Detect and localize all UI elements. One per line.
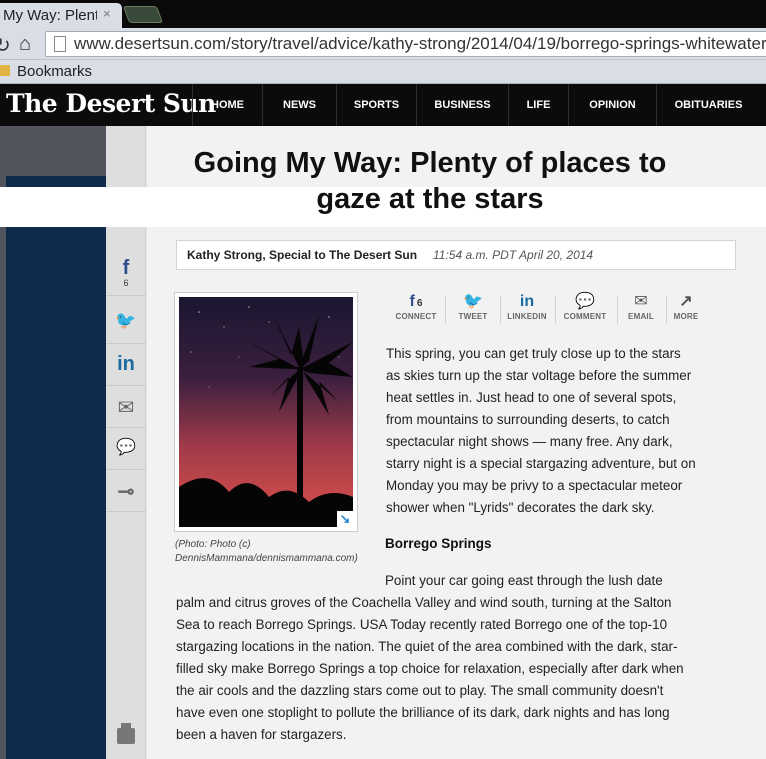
share-connect-button[interactable]: f6 CONNECT bbox=[390, 292, 442, 328]
share-more-button[interactable]: ↗ MORE bbox=[660, 292, 712, 328]
new-tab-button[interactable] bbox=[122, 6, 164, 23]
rail-comment-button[interactable]: 💬 bbox=[106, 428, 146, 470]
share-linkedin-button[interactable]: in LINKEDIN bbox=[501, 292, 553, 328]
text-line: starry night is a special stargazing adv… bbox=[386, 456, 696, 471]
byline[interactable]: Kathy Strong, Special to The Desert Sun bbox=[187, 248, 417, 262]
browser-tab[interactable]: My Way: Plent × bbox=[0, 3, 122, 28]
reload-icon[interactable]: ↻ bbox=[0, 33, 11, 58]
rail-linkedin-button[interactable]: in bbox=[106, 344, 146, 386]
byline-bar: Kathy Strong, Special to The Desert Sun … bbox=[176, 240, 736, 270]
section-subhead: Borrego Springs bbox=[385, 536, 492, 551]
text-line: from mountains to surrounding deserts, t… bbox=[386, 412, 670, 427]
linkedin-icon: in bbox=[519, 293, 535, 310]
share-label: CONNECT bbox=[395, 312, 437, 321]
article-photo[interactable] bbox=[179, 297, 353, 527]
facebook-count: 6 bbox=[123, 278, 129, 288]
text-line: as skies turn up the star voltage before… bbox=[386, 368, 692, 383]
twitter-icon: 🐦 bbox=[115, 311, 137, 330]
text-line: stargazing locations in the nation. The … bbox=[176, 639, 678, 654]
url-text[interactable]: www.desertsun.com/story/travel/advice/ka… bbox=[74, 34, 766, 54]
share-divider bbox=[445, 296, 446, 324]
twitter-icon: 🐦 bbox=[463, 293, 483, 310]
nav-business[interactable]: BUSINESS bbox=[416, 84, 508, 126]
email-icon: ✉ bbox=[117, 397, 135, 419]
photo-frame[interactable]: ↘ bbox=[174, 292, 358, 532]
print-icon[interactable] bbox=[117, 723, 135, 744]
body-paragraph: palm and citrus groves of the Coachella … bbox=[176, 592, 736, 746]
photo-caption: (Photo: Photo (c) DennisMammana/dennisma… bbox=[175, 539, 358, 564]
nav-opinion[interactable]: OPINION bbox=[568, 84, 656, 126]
text-line: been a haven for stargazers. bbox=[176, 727, 347, 742]
bookmarks-bar: Bookmarks bbox=[0, 60, 766, 84]
share-label: TWEET bbox=[458, 312, 488, 321]
expand-photo-icon[interactable]: ↘ bbox=[337, 511, 353, 527]
site-logo[interactable]: The Desert Sun bbox=[6, 89, 216, 118]
text-line: heat settles in. Just head to one of sev… bbox=[386, 390, 677, 405]
comment-icon: 💬 bbox=[575, 293, 595, 310]
nav-news[interactable]: NEWS bbox=[262, 84, 336, 126]
bookmarks-folder[interactable]: Bookmarks bbox=[17, 63, 92, 80]
text-line: Monday you may be privy to a spectacular… bbox=[386, 478, 683, 493]
rail-twitter-button[interactable]: 🐦 bbox=[106, 302, 146, 344]
text-line: have even one stoplight to pollute the b… bbox=[176, 705, 670, 720]
browser-tabstrip: My Way: Plent × bbox=[0, 0, 766, 28]
timestamp: 11:54 a.m. PDT April 20, 2014 bbox=[433, 248, 594, 262]
text-line: the air cools and the dazzling stars com… bbox=[176, 683, 664, 698]
facebook-icon: f6 bbox=[409, 293, 423, 310]
text-line: palm and citrus groves of the Coachella … bbox=[176, 595, 672, 610]
headline-line: Going My Way: Plenty of places to bbox=[193, 147, 667, 179]
nav-sports[interactable]: SPORTS bbox=[336, 84, 416, 126]
share-bar: f6 CONNECT 🐦 TWEET in LINKEDIN 💬 COMMENT… bbox=[390, 292, 710, 328]
text-line: spectacular night shows — many free. Any… bbox=[386, 434, 673, 449]
nav-home[interactable]: HOME bbox=[192, 84, 262, 126]
intro-paragraph: This spring, you can get truly close up … bbox=[386, 343, 726, 519]
text-line: Sea to reach Borrego Springs. USA Today … bbox=[176, 617, 668, 632]
rail-email-button[interactable]: ✉ bbox=[106, 386, 146, 428]
facebook-icon: f bbox=[122, 257, 130, 279]
home-icon[interactable]: ⌂ bbox=[19, 33, 31, 56]
share-comment-button[interactable]: 💬 COMMENT bbox=[559, 292, 611, 328]
tab-title: My Way: Plent bbox=[3, 7, 97, 24]
rail-key-button[interactable]: ⊸ bbox=[106, 470, 146, 512]
linkedin-icon: in bbox=[117, 353, 135, 375]
share-label: MORE bbox=[673, 312, 699, 321]
share-divider bbox=[555, 296, 556, 324]
text-line: filled sky make Borrego Springs a top ch… bbox=[176, 661, 684, 676]
nav-obituaries[interactable]: OBITUARIES bbox=[656, 84, 760, 126]
body-first-line: Point your car going east through the lu… bbox=[385, 573, 663, 588]
key-icon: ⊸ bbox=[117, 481, 135, 503]
share-label: COMMENT bbox=[563, 312, 607, 321]
more-icon: ↗ bbox=[679, 293, 693, 310]
comment-icon: 💬 bbox=[116, 439, 136, 456]
article-headline: Going My Way: Plenty of places to gaze a… bbox=[150, 145, 710, 217]
left-panel-ad bbox=[6, 176, 106, 759]
nav-life[interactable]: LIFE bbox=[508, 84, 568, 126]
share-label: LINKEDIN bbox=[507, 312, 547, 321]
text-line: shower when "Lyrids" decorates the dark … bbox=[386, 500, 655, 515]
rail-facebook-button[interactable]: f 6 bbox=[106, 248, 146, 296]
text-line: This spring, you can get truly close up … bbox=[386, 346, 681, 361]
page-icon bbox=[54, 36, 66, 52]
tab-close-icon[interactable]: × bbox=[103, 6, 111, 21]
browser-toolbar: ↻ ⌂ www.desertsun.com/story/travel/advic… bbox=[0, 28, 766, 60]
folder-icon bbox=[0, 65, 10, 76]
headline-line: gaze at the stars bbox=[316, 183, 544, 215]
address-bar[interactable]: www.desertsun.com/story/travel/advice/ka… bbox=[45, 31, 766, 57]
share-tweet-button[interactable]: 🐦 TWEET bbox=[447, 292, 499, 328]
site-nav: The Desert Sun HOME NEWS SPORTS BUSINESS… bbox=[0, 84, 766, 126]
